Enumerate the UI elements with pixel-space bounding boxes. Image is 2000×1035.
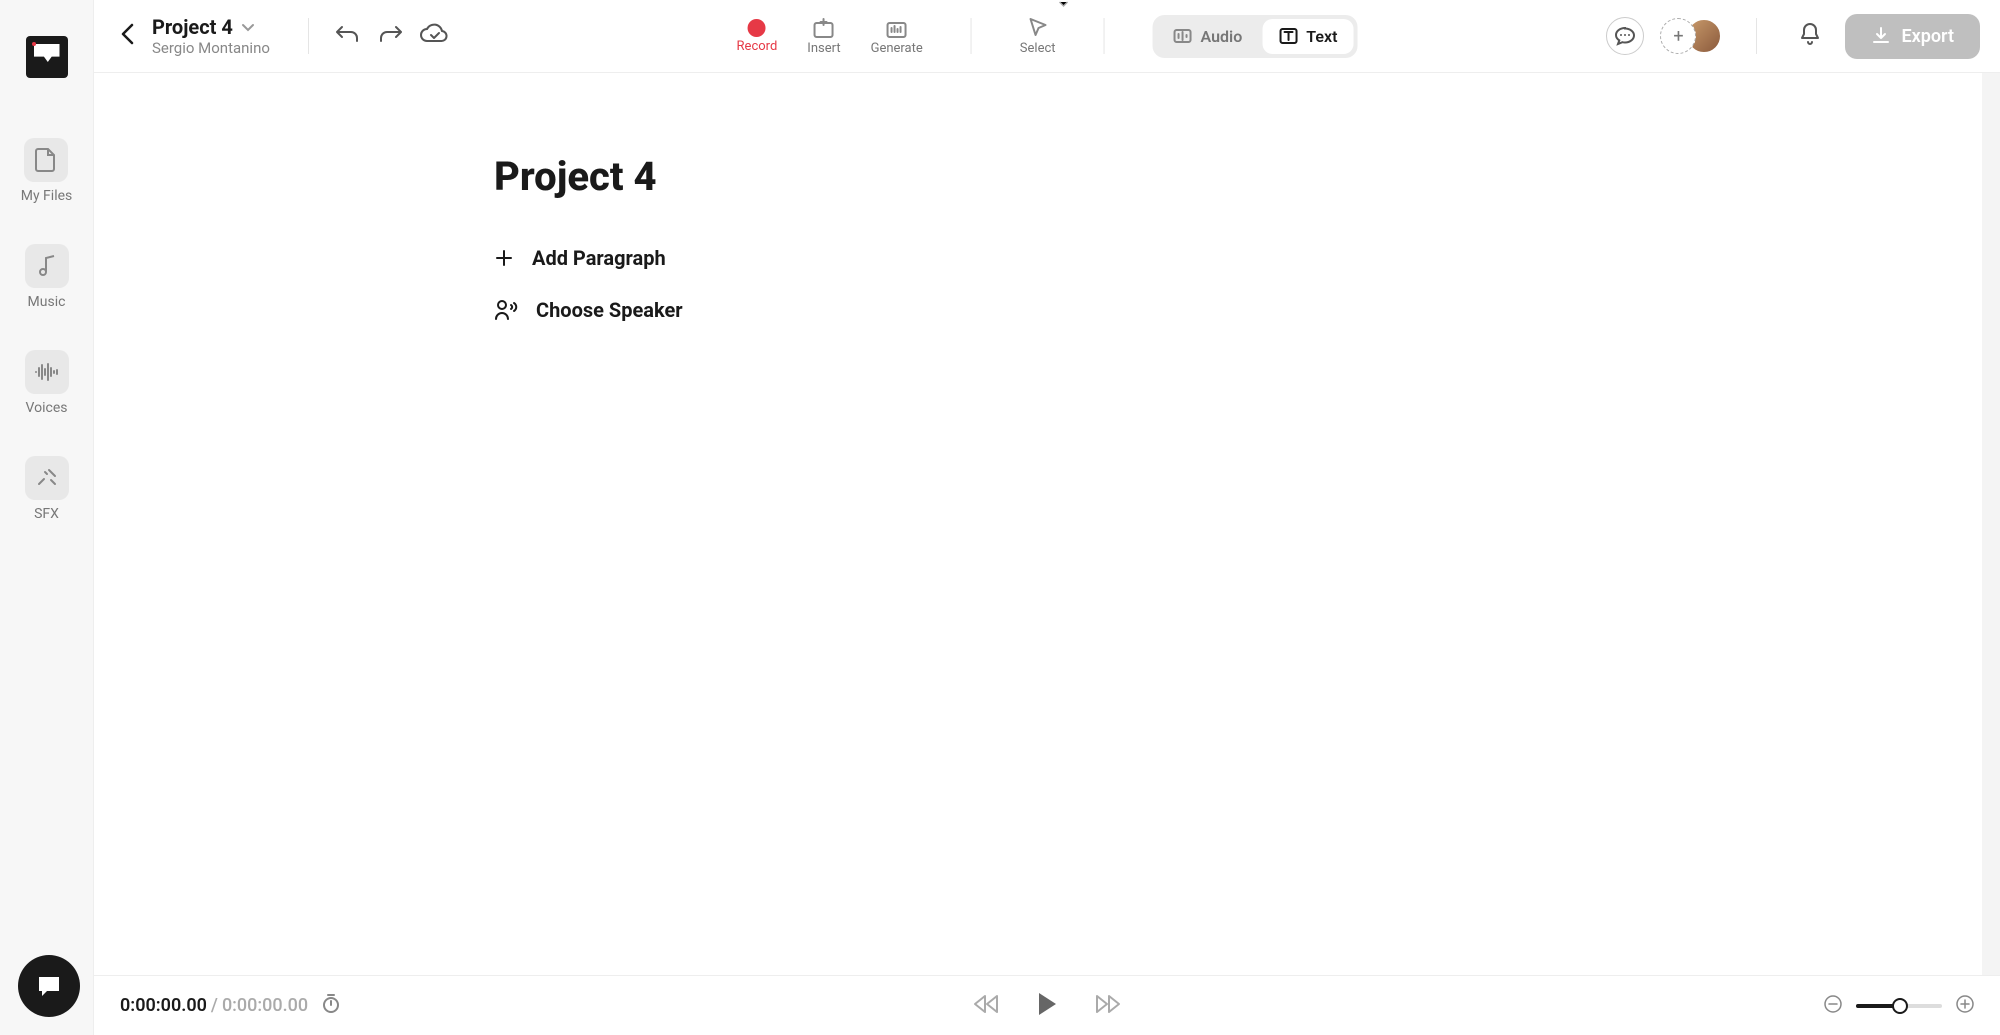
divider [1104,18,1105,54]
audio-mode-button[interactable]: Audio [1157,19,1259,54]
choose-speaker-button[interactable]: Choose Speaker [494,298,2000,322]
file-icon [24,138,68,182]
generate-label: Generate [871,41,923,56]
comments-button[interactable] [1606,17,1644,55]
sidebar-label-music: Music [28,294,66,310]
sidebar-item-my-files[interactable]: My Files [21,138,73,204]
view-mode-toggle: Audio Text [1153,15,1358,58]
play-button[interactable] [1036,991,1058,1021]
chat-bubble-icon [35,973,63,999]
document-title[interactable]: Project 4 [494,153,2000,200]
export-label: Export [1901,26,1954,47]
sidebar-item-sfx[interactable]: SFX [25,456,69,522]
select-tool[interactable]: Select [1020,17,1056,56]
help-chat-button[interactable] [18,955,80,1017]
project-title: Project 4 [152,15,233,39]
project-title-row[interactable]: Project 4 [152,15,270,39]
zoom-slider[interactable] [1856,1004,1942,1008]
redo-button[interactable] [369,16,411,56]
download-icon [1871,26,1891,46]
music-icon [25,244,69,288]
add-paragraph-label: Add Paragraph [532,246,666,270]
sidebar-label-sfx: SFX [34,506,59,522]
player-bar: 0:00:00.00 / 0:00:00.00 [94,975,2000,1035]
forward-button[interactable] [1094,994,1122,1018]
sidebar-item-voices[interactable]: Voices [25,350,69,416]
time-separator: / [211,995,218,1016]
divider [308,18,309,54]
divider [971,18,972,54]
text-mode-label: Text [1306,27,1337,46]
notifications-button[interactable] [1791,14,1829,58]
total-time: 0:00:00.00 [222,995,308,1016]
audio-mode-label: Audio [1201,27,1243,46]
center-toolbar: Record Insert Generate Select Audio Text [737,15,1358,58]
app-logo-icon[interactable] [26,36,68,78]
zoom-in-button[interactable] [1956,995,1974,1017]
insert-label: Insert [807,41,840,56]
bell-icon [1799,22,1821,46]
plus-icon [494,248,514,268]
select-icon [1028,17,1048,39]
insert-tool[interactable]: Insert [807,17,840,56]
header-right: + Export [1606,14,1980,59]
record-icon [748,19,766,37]
zoom-slider-handle[interactable] [1892,998,1908,1014]
timer-button[interactable] [322,993,340,1018]
sidebar-label-voices: Voices [26,400,68,416]
audio-icon [1173,27,1193,45]
text-mode-button[interactable]: Text [1262,19,1353,54]
left-sidebar: My Files Music Voices SFX [0,0,94,1035]
rewind-button[interactable] [972,994,1000,1018]
text-icon [1278,27,1298,45]
cloud-sync-button[interactable] [411,15,457,57]
record-label: Record [737,39,778,54]
zoom-controls [1824,995,1974,1017]
export-button[interactable]: Export [1845,14,1980,59]
project-title-block: Project 4 Sergio Montanino [152,15,270,57]
record-tool[interactable]: Record [737,19,778,54]
sfx-icon [25,456,69,500]
chevron-down-icon [1059,1,1069,8]
stopwatch-icon [322,993,340,1013]
current-time: 0:00:00.00 [120,995,207,1016]
insert-icon [812,17,836,39]
generate-icon [885,17,909,39]
zoom-out-button[interactable] [1824,995,1842,1017]
choose-speaker-label: Choose Speaker [536,298,683,322]
chevron-down-icon [241,18,255,37]
project-author: Sergio Montanino [152,39,270,57]
add-paragraph-button[interactable]: Add Paragraph [494,246,2000,270]
main-content: Project 4 Add Paragraph Choose Speaker [94,73,2000,975]
back-button[interactable] [114,17,140,55]
playback-controls [972,991,1122,1021]
collaborators: + [1660,18,1722,54]
chat-icon [1614,26,1636,46]
sidebar-label-my-files: My Files [21,188,73,204]
divider [1756,18,1757,54]
generate-tool[interactable]: Generate [871,17,923,56]
time-display: 0:00:00.00 / 0:00:00.00 [120,993,340,1018]
top-header: Project 4 Sergio Montanino Record Insert… [94,0,2000,73]
zoom-slider-fill [1856,1004,1895,1008]
voices-icon [25,350,69,394]
select-label: Select [1020,41,1056,56]
sidebar-item-music[interactable]: Music [25,244,69,310]
speaker-icon [494,299,518,321]
undo-button[interactable] [327,16,369,56]
